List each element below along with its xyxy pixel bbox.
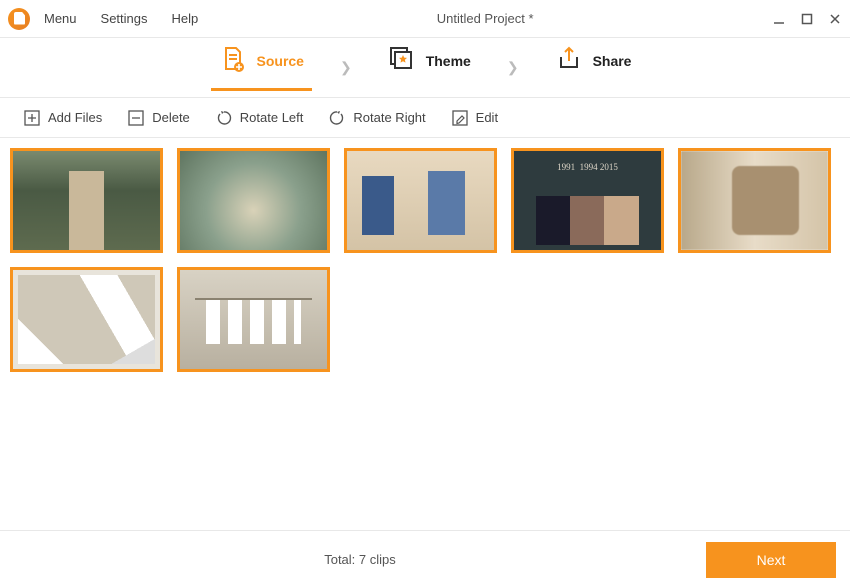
clip-thumb[interactable] <box>678 148 831 253</box>
add-files-label: Add Files <box>48 110 102 125</box>
source-icon <box>219 45 247 76</box>
rotate-left-icon <box>216 110 232 126</box>
rotate-left-button[interactable]: Rotate Left <box>216 110 304 126</box>
step-theme-label: Theme <box>426 53 471 69</box>
edit-button[interactable]: Edit <box>452 110 498 126</box>
plus-square-icon <box>24 110 40 126</box>
step-share-label: Share <box>593 53 632 69</box>
photo-placeholder-icon <box>347 151 494 250</box>
app-logo-icon <box>8 8 30 30</box>
maximize-icon[interactable] <box>800 12 814 26</box>
delete-button[interactable]: Delete <box>128 110 190 126</box>
minus-square-icon <box>128 110 144 126</box>
share-icon <box>555 45 583 76</box>
delete-label: Delete <box>152 110 190 125</box>
step-theme[interactable]: Theme <box>380 45 479 90</box>
step-tabs: Source ❯ Theme ❯ Share <box>0 38 850 98</box>
clip-thumb[interactable] <box>10 148 163 253</box>
add-files-button[interactable]: Add Files <box>24 110 102 126</box>
chevron-right-icon: ❯ <box>340 59 352 76</box>
clip-thumb[interactable] <box>10 267 163 372</box>
next-button[interactable]: Next <box>706 542 836 578</box>
chevron-right-icon: ❯ <box>507 59 519 76</box>
clip-thumb[interactable] <box>177 148 330 253</box>
toolbar: Add Files Delete Rotate Left Rotate Righ… <box>0 98 850 138</box>
clips-grid <box>0 138 850 530</box>
photo-placeholder-icon <box>13 151 160 250</box>
rotate-right-icon <box>329 110 345 126</box>
menu-help[interactable]: Help <box>172 11 199 26</box>
edit-icon <box>452 110 468 126</box>
menu-group: Menu Settings Help <box>44 11 198 26</box>
total-clips-label: Total: 7 clips <box>14 552 706 567</box>
rotate-right-label: Rotate Right <box>353 110 425 125</box>
photo-placeholder-icon <box>13 270 160 369</box>
photo-placeholder-icon <box>180 270 327 369</box>
close-icon[interactable] <box>828 12 842 26</box>
minimize-icon[interactable] <box>772 12 786 26</box>
clip-thumb[interactable] <box>511 148 664 253</box>
clip-thumb[interactable] <box>344 148 497 253</box>
rotate-right-button[interactable]: Rotate Right <box>329 110 425 126</box>
step-share[interactable]: Share <box>547 45 640 90</box>
window-controls <box>772 12 842 26</box>
edit-label: Edit <box>476 110 498 125</box>
rotate-left-label: Rotate Left <box>240 110 304 125</box>
menu-settings[interactable]: Settings <box>101 11 148 26</box>
clip-thumb[interactable] <box>177 267 330 372</box>
step-source-label: Source <box>257 53 304 69</box>
titlebar: Menu Settings Help Untitled Project * <box>0 0 850 38</box>
project-title: Untitled Project * <box>198 11 772 26</box>
photo-placeholder-icon <box>681 151 828 250</box>
footer: Total: 7 clips Next <box>0 530 850 588</box>
theme-icon <box>388 45 416 76</box>
photo-placeholder-icon <box>180 151 327 250</box>
photo-placeholder-icon <box>514 151 661 250</box>
step-source[interactable]: Source <box>211 45 312 90</box>
menu-menu[interactable]: Menu <box>44 11 77 26</box>
